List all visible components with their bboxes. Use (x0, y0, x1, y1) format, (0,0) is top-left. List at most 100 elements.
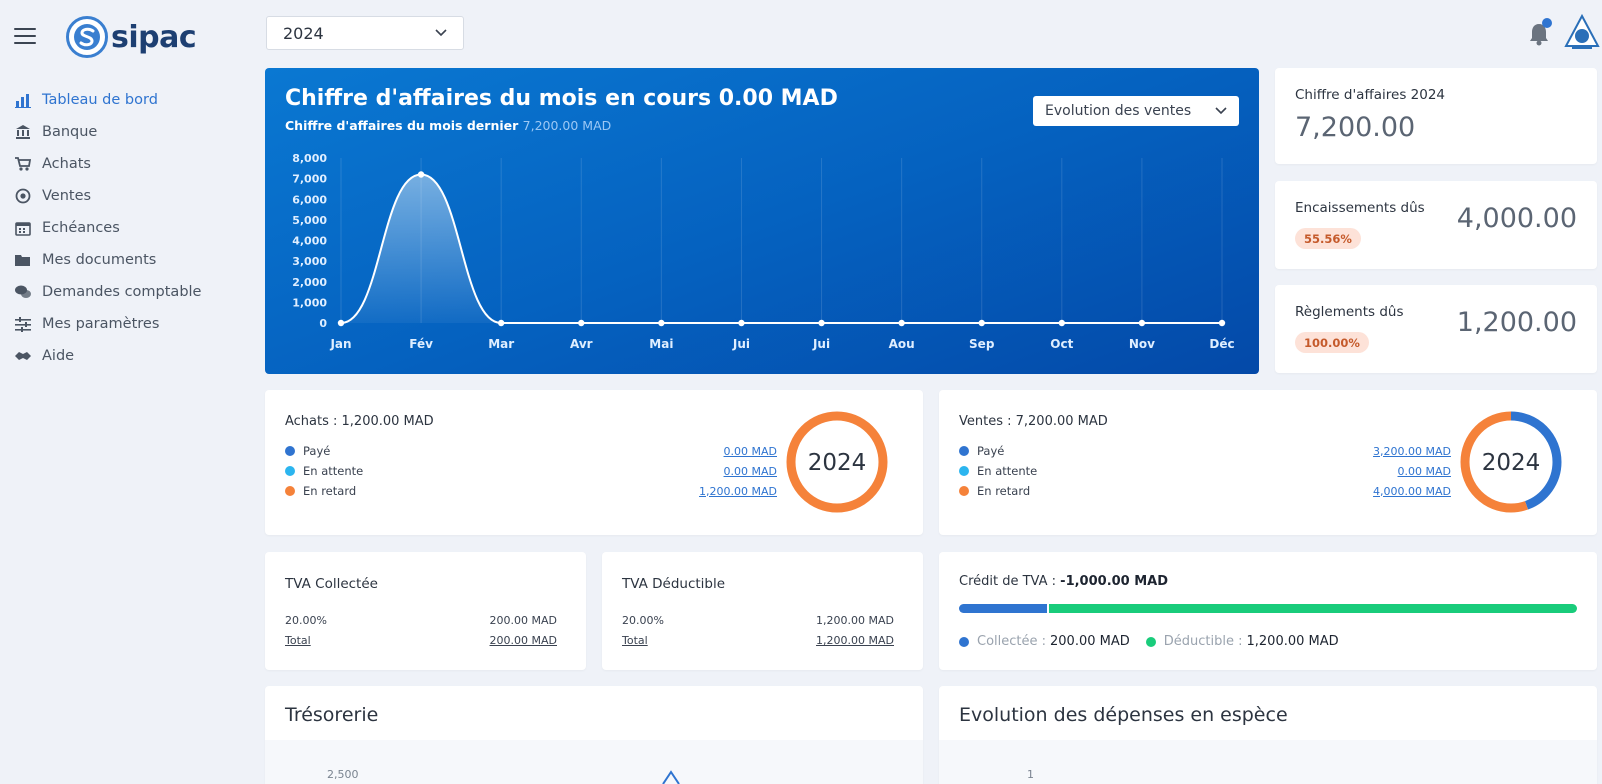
legend-dot (285, 446, 295, 456)
achats-amount-link[interactable]: 1,200.00 MAD (699, 485, 777, 498)
vat-collected-rate-value: 200.00 MAD (489, 614, 557, 627)
payables-card: Règlements dûs 100.00% 1,200.00 (1275, 285, 1597, 373)
payables-label: Règlements dûs (1295, 304, 1404, 320)
brand-logo[interactable]: sipac (66, 16, 197, 58)
legend-dot (959, 466, 969, 476)
sidebar-item-label: Banque (42, 124, 98, 140)
ventes-legend-label: Payé (959, 444, 1004, 458)
sidebar-item-achats[interactable]: Achats (14, 148, 201, 180)
data-point[interactable] (978, 319, 985, 327)
cart-icon (14, 156, 32, 172)
sales-card: Ventes : 7,200.00 MAD Payé 3,200.00 MAD En… (939, 390, 1597, 535)
year-select-value: 2024 (283, 23, 324, 43)
chart-mode-select[interactable]: Evolution des ventes (1033, 96, 1239, 126)
vat-collected-total-link[interactable]: Total (285, 634, 311, 647)
data-point[interactable] (497, 319, 505, 327)
comments-icon (14, 284, 32, 300)
sidebar-item-mes-parametres[interactable]: Mes paramètres (14, 308, 201, 340)
bank-icon (14, 124, 32, 140)
deductible-label: Déductible : (1163, 634, 1243, 649)
legend-dot (285, 466, 295, 476)
legend-label: En retard (977, 484, 1031, 498)
vat-collected-rate: 20.00% (285, 614, 327, 627)
legend-dot (959, 486, 969, 496)
sidebar-item-ventes[interactable]: Ventes (14, 180, 201, 212)
sidebar: sipac Tableau de bord Banque Achats Ventes E… (0, 0, 250, 784)
notifications-button[interactable] (1528, 18, 1552, 46)
data-point[interactable] (1218, 319, 1226, 327)
x-tick-label: Déc (1209, 337, 1234, 351)
data-point[interactable] (578, 319, 585, 327)
cash-expenses-title: Evolution des dépenses en espèce (959, 704, 1288, 726)
data-point[interactable] (738, 319, 745, 327)
chevron-down-icon (435, 29, 447, 37)
bar-chart-icon (14, 92, 32, 108)
ventes-legend-label: En attente (959, 464, 1037, 478)
avatar[interactable] (1564, 14, 1600, 50)
sidebar-item-mes-documents[interactable]: Mes documents (14, 244, 201, 276)
collected-label: Collectée : (977, 634, 1047, 649)
treasury-line (662, 770, 680, 784)
vat-credit-title: Crédit de TVA : -1,000.00 MAD (959, 574, 1168, 589)
sidebar-item-label: Tableau de bord (42, 92, 158, 108)
ventes-amount-link[interactable]: 0.00 MAD (1398, 465, 1451, 478)
ventes-amount-link[interactable]: 4,000.00 MAD (1373, 485, 1451, 498)
vat-collected-total-value[interactable]: 200.00 MAD (490, 634, 557, 647)
vat-credit-card: Crédit de TVA : -1,000.00 MAD Collectée … (939, 552, 1597, 670)
data-point[interactable] (898, 319, 905, 327)
data-point[interactable] (337, 319, 345, 327)
sales-evolution-card: 0 1,000 2,000 3,000 4,000 5,000 6,000 7,000 8,00… (265, 68, 1259, 374)
data-point[interactable] (1138, 319, 1146, 327)
cash-expenses-chart-area (939, 740, 1597, 784)
purchases-title: Achats : 1,200.00 MAD (285, 414, 434, 429)
x-tick-label: Mai (649, 337, 673, 351)
achats-amount-link[interactable]: 0.00 MAD (724, 445, 777, 458)
x-tick-label: Jui (812, 337, 830, 351)
x-tick-label: Avr (570, 337, 593, 351)
sipac-logo-icon (66, 16, 108, 58)
vat-deductible-title: TVA Déductible (622, 576, 726, 592)
x-tick-label: Jan (329, 337, 351, 351)
payables-value: 1,200.00 (1456, 307, 1577, 338)
at-icon (14, 188, 32, 204)
vat-deductible-total-value[interactable]: 1,200.00 MAD (816, 634, 894, 647)
sidebar-item-demandes-comptable[interactable]: Demandes comptable (14, 276, 201, 308)
legend-dot (285, 486, 295, 496)
year-select[interactable]: 2024 (266, 16, 464, 50)
achats-amount-link[interactable]: 0.00 MAD (724, 465, 777, 478)
sidebar-item-label: Aide (42, 348, 75, 364)
treasury-card: Trésorerie 2,500 (265, 686, 923, 784)
sidebar-item-aide[interactable]: Aide (14, 340, 201, 372)
ventes-legend-row: Payé 3,200.00 MAD (959, 444, 1451, 458)
y-tick-label: 8,000 (292, 152, 327, 165)
deductible-dot (1145, 636, 1156, 647)
revenue-year-value: 7,200.00 (1295, 112, 1416, 143)
legend-label: En attente (303, 464, 364, 478)
sidebar-item-tableau-de-bord[interactable]: Tableau de bord (14, 84, 201, 116)
cash-expenses-y-tick: 1 (1027, 768, 1034, 781)
data-point[interactable] (1058, 319, 1066, 327)
notification-dot (1542, 18, 1552, 28)
sidebar-nav: Tableau de bord Banque Achats Ventes Echéanc… (14, 84, 201, 372)
x-tick-label: Sep (969, 337, 995, 351)
collected-dot (959, 636, 969, 647)
ventes-amount-link[interactable]: 3,200.00 MAD (1373, 445, 1451, 458)
sidebar-item-label: Echéances (42, 220, 120, 236)
last-month-value: 7,200.00 MAD (522, 118, 612, 133)
company-logo-icon (1564, 14, 1600, 49)
sidebar-item-label: Demandes comptable (42, 284, 202, 300)
data-point[interactable] (658, 319, 665, 327)
vat-deductible-total-link[interactable]: Total (622, 634, 648, 647)
sidebar-item-banque[interactable]: Banque (14, 116, 201, 148)
menu-toggle-icon[interactable] (14, 28, 36, 44)
y-tick-label: 3,000 (292, 255, 327, 268)
achats-legend-row: En retard 1,200.00 MAD (285, 484, 777, 498)
y-tick-label: 6,000 (292, 193, 327, 206)
achats-legend-label: En retard (285, 484, 356, 498)
sidebar-item-echeances[interactable]: Echéances (14, 212, 201, 244)
y-tick-label: 7,000 (292, 173, 327, 186)
sales-donut: 2024 (1460, 411, 1562, 513)
data-point[interactable] (818, 319, 825, 327)
vat-credit-legend: Collectée : 200.00 MAD Déductible : 1,20… (959, 634, 1355, 649)
data-point[interactable] (417, 171, 425, 178)
